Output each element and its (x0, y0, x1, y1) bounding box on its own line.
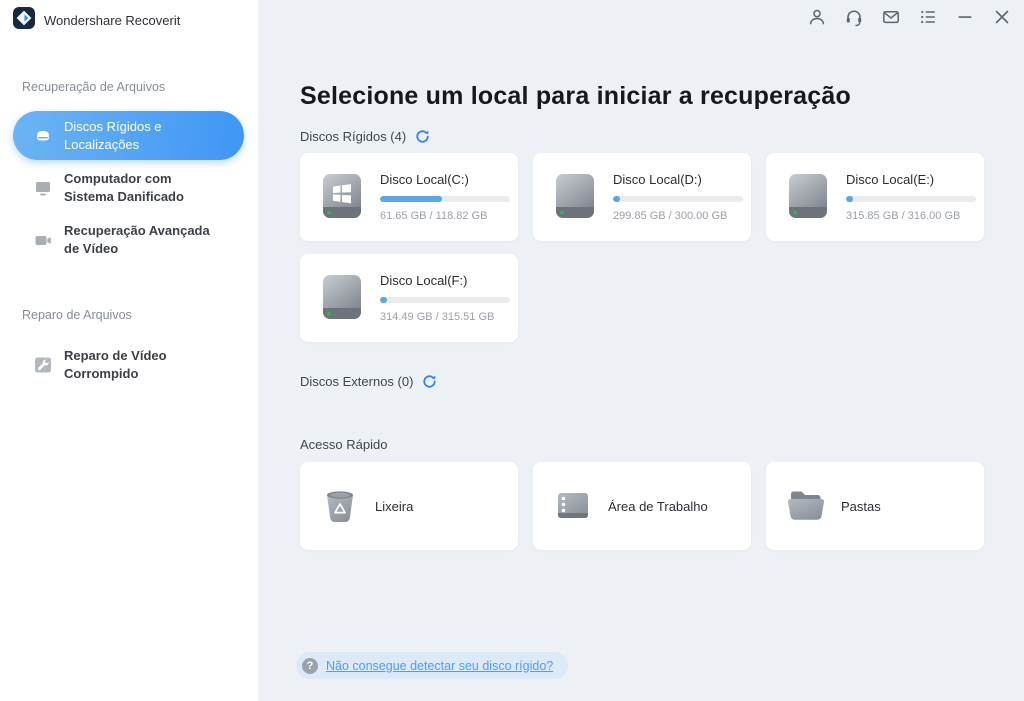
disk-usage-bar (380, 297, 510, 303)
section-label-recovery: Recuperação de Arquivos (22, 80, 166, 94)
disk-name: Disco Local(E:) (846, 172, 935, 187)
drive-icon (782, 169, 834, 225)
quick-access-item-label: Pastas (841, 498, 881, 514)
minimize-icon[interactable] (955, 7, 975, 27)
disk-card-e[interactable]: Disco Local(E:) 315.85 GB / 316.00 GB (766, 153, 984, 241)
sidebar-item-label: Recuperação Avançada de Vídeo (64, 223, 210, 256)
drive-icon (549, 169, 601, 225)
titlebar-controls (807, 7, 1012, 27)
recycle-bin-icon (319, 485, 361, 527)
disk-info: Disco Local(D:) 299.85 GB / 300.00 GB (613, 172, 743, 222)
hard-disks-label: Discos Rígidos (4) (300, 129, 407, 144)
sidebar-item-crashed-computer[interactable]: Computador com Sistema Danificado (13, 170, 244, 205)
disk-name: Disco Local(C:) (380, 172, 469, 187)
quick-access-item-label: Lixeira (375, 498, 414, 514)
video-camera-icon (33, 230, 53, 250)
disk-usage-fill (380, 196, 443, 202)
disk-info: Disco Local(C:) 61.65 GB / 118.82 GB (380, 172, 510, 222)
refresh-icon[interactable] (422, 374, 437, 389)
disk-name: Disco Local(D:) (613, 172, 702, 187)
quick-access-item-label: Área de Trabalho (608, 498, 708, 514)
quick-access-desktop[interactable]: Área de Trabalho (533, 462, 751, 550)
sidebar: Wondershare Recoverit Recuperação de Arq… (0, 0, 258, 701)
sidebar-item-hard-drives[interactable]: Discos Rígidos e Localizações (13, 111, 244, 160)
disk-card-d[interactable]: Disco Local(D:) 299.85 GB / 300.00 GB (533, 153, 751, 241)
disk-card-c[interactable]: Disco Local(C:) 61.65 GB / 118.82 GB (300, 153, 518, 241)
close-icon[interactable] (992, 7, 1012, 27)
quick-access-header: Acesso Rápido (300, 437, 387, 452)
disk-info: Disco Local(F:) 314.49 GB / 315.51 GB (380, 273, 510, 323)
quick-access-grid: Lixeira Área de Trabalho Pastas (300, 462, 984, 550)
desktop-icon (552, 485, 594, 527)
app-title: Wondershare Recoverit (44, 13, 181, 28)
sidebar-item-advanced-video-recovery[interactable]: Recuperação Avançada de Vídeo (13, 222, 244, 257)
sidebar-item-label: Computador com Sistema Danificado (64, 171, 184, 204)
sidebar-item-label: Discos Rígidos e Localizações (64, 118, 162, 152)
sidebar-item-video-repair[interactable]: Reparo de Vídeo Corrompido (13, 347, 244, 382)
disk-name: Disco Local(F:) (380, 273, 468, 288)
disk-usage-fill (613, 196, 620, 202)
recoverit-window: Wondershare Recoverit Recuperação de Arq… (0, 0, 1024, 701)
question-mark-icon: ? (302, 657, 318, 674)
quick-access-folders[interactable]: Pastas (766, 462, 984, 550)
app-logo-row: Wondershare Recoverit (13, 7, 180, 34)
quick-access-recycle-bin[interactable]: Lixeira (300, 462, 518, 550)
disk-card-grid: Disco Local(C:) 61.65 GB / 118.82 GB Dis… (300, 153, 984, 342)
repair-wrench-icon (33, 355, 53, 375)
main-panel: Selecione um local para iniciar a recupe… (258, 0, 1024, 701)
folder-icon (785, 485, 827, 527)
recoverit-logo-icon (13, 7, 35, 34)
disk-card-f[interactable]: Disco Local(F:) 314.49 GB / 315.51 GB (300, 254, 518, 342)
menu-list-icon[interactable] (918, 7, 938, 27)
disk-usage-bar (380, 196, 510, 202)
drive-windows-icon (316, 169, 368, 225)
disk-usage-bar (846, 196, 976, 202)
disk-size-text: 314.49 GB / 315.51 GB (380, 311, 495, 323)
refresh-icon[interactable] (415, 129, 430, 144)
account-icon[interactable] (807, 7, 827, 27)
sidebar-item-label: Reparo de Vídeo Corrompido (64, 348, 167, 381)
disk-info: Disco Local(E:) 315.85 GB / 316.00 GB (846, 172, 976, 222)
section-label-repair: Reparo de Arquivos (22, 308, 132, 322)
drive-icon (316, 270, 368, 326)
crashed-computer-icon (33, 178, 53, 198)
support-headset-icon[interactable] (844, 7, 864, 27)
help-link-text: Não consegue detectar seu disco rígido? (326, 658, 554, 673)
disk-usage-bar (613, 196, 743, 202)
page-title: Selecione um local para iniciar a recupe… (300, 82, 851, 110)
disk-usage-fill (380, 297, 387, 303)
hard-disks-header: Discos Rígidos (4) (300, 129, 430, 144)
external-disks-header: Discos Externos (0) (300, 374, 437, 389)
help-detect-disk-link[interactable]: ? Não consegue detectar seu disco rígido… (296, 652, 569, 679)
external-disks-label: Discos Externos (0) (300, 374, 414, 389)
disk-size-text: 299.85 GB / 300.00 GB (613, 210, 728, 222)
quick-access-label: Acesso Rápido (300, 437, 388, 452)
disk-size-text: 315.85 GB / 316.00 GB (846, 210, 961, 222)
hard-drive-icon (33, 126, 53, 146)
feedback-mail-icon[interactable] (881, 7, 901, 27)
disk-usage-fill (846, 196, 853, 202)
disk-size-text: 61.65 GB / 118.82 GB (380, 210, 488, 222)
